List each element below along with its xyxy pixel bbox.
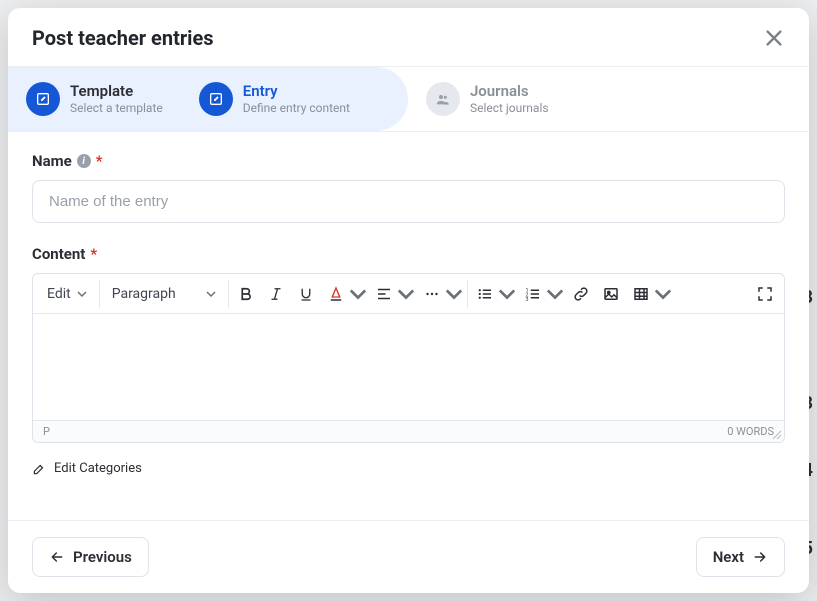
name-label: Name [32,152,72,170]
post-teacher-entries-modal: Post teacher entries Template Select a t… [8,8,809,593]
content-label: Content [32,245,85,263]
step-journals[interactable]: Journals Select journals [408,67,567,131]
step-desc: Select journals [470,102,549,115]
step-label: Template [70,83,163,100]
bullet-list-dropdown[interactable] [496,278,518,310]
next-label: Next [713,548,744,566]
chevron-down-icon [546,285,564,303]
link-button[interactable] [566,278,596,310]
edit-categories-button[interactable]: Edit Categories [32,461,142,476]
step-entry[interactable]: Entry Define entry content [181,67,368,131]
toolbar-block-format[interactable]: Paragraph [102,286,226,302]
toolbar-edit-label: Edit [47,286,71,302]
pencil-icon [32,462,46,476]
text-color-button[interactable] [321,278,347,310]
image-button[interactable] [596,278,626,310]
text-color-dropdown[interactable] [347,278,369,310]
previous-label: Previous [73,548,132,566]
chevron-down-icon [498,285,516,303]
close-icon [763,27,785,49]
chevron-down-icon [349,285,367,303]
numbered-list-button[interactable]: 123 [518,278,544,310]
more-button[interactable] [417,278,443,310]
edit-icon [199,82,233,116]
wizard-completed-group: Template Select a template Entry Define … [8,67,408,131]
edit-icon [26,82,60,116]
chevron-down-icon [397,285,415,303]
step-desc: Select a template [70,102,163,115]
name-label-row: Name i * [32,152,785,170]
arrow-right-icon [752,549,768,565]
next-button[interactable]: Next [696,537,785,577]
fullscreen-button[interactable] [750,278,780,310]
required-marker: * [96,152,103,170]
underline-button[interactable] [291,278,321,310]
element-path[interactable]: P [43,425,50,438]
step-label: Journals [470,83,549,100]
rich-text-editor: Edit Paragraph [32,273,785,443]
chevron-down-icon [206,289,216,299]
table-button[interactable] [626,278,652,310]
modal-title: Post teacher entries [32,26,214,50]
toolbar-edit-menu[interactable]: Edit [37,278,97,310]
step-desc: Define entry content [243,102,350,115]
modal-header: Post teacher entries [8,8,809,66]
more-dropdown[interactable] [443,278,465,310]
modal-body: Name i * Content * Edit Paragraph [8,132,809,520]
block-format-label: Paragraph [112,286,176,302]
required-marker: * [90,245,97,263]
italic-button[interactable] [261,278,291,310]
bullet-list-button[interactable] [470,278,496,310]
chevron-down-icon [445,285,463,303]
resize-handle-icon[interactable] [772,430,782,440]
word-count: 0 WORDS [727,425,774,438]
arrow-left-icon [49,549,65,565]
chevron-down-icon [654,285,672,303]
editor-status-bar: P 0 WORDS [33,420,784,442]
edit-categories-label: Edit Categories [54,461,142,476]
editor-content-area[interactable] [33,314,784,420]
users-icon [426,82,460,116]
modal-footer: Previous Next [8,520,809,593]
separator [228,280,229,308]
info-icon[interactable]: i [77,154,91,168]
close-button[interactable] [763,27,785,49]
align-dropdown[interactable] [395,278,417,310]
svg-text:3: 3 [525,296,528,302]
bold-button[interactable] [231,278,261,310]
chevron-down-icon [77,289,87,299]
align-button[interactable] [369,278,395,310]
entry-name-input[interactable] [32,180,785,223]
wizard-steps: Template Select a template Entry Define … [8,66,809,132]
editor-toolbar: Edit Paragraph [33,274,784,314]
previous-button[interactable]: Previous [32,537,149,577]
content-label-row: Content * [32,245,785,263]
numbered-list-dropdown[interactable] [544,278,566,310]
separator [99,280,100,308]
separator [467,280,468,308]
step-template[interactable]: Template Select a template [8,67,181,131]
step-label: Entry [243,83,350,100]
table-dropdown[interactable] [652,278,674,310]
